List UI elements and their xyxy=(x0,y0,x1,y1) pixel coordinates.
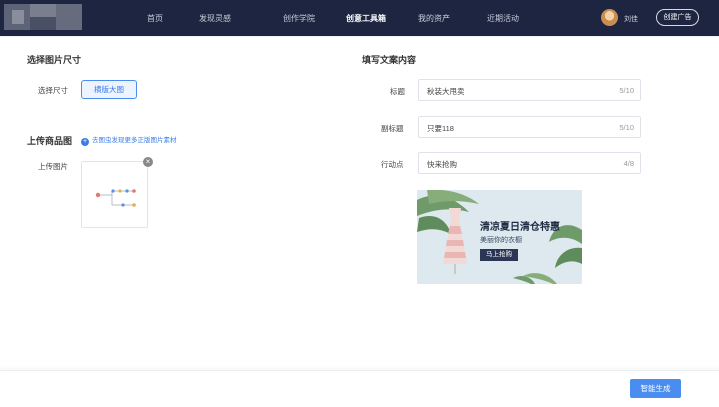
avatar[interactable] xyxy=(601,9,618,26)
title-char-count: 5/10 xyxy=(619,86,634,95)
nav-home[interactable]: 首页 xyxy=(147,13,163,24)
find-more-images-label: 去图虫发现更多正版图片素材 xyxy=(92,137,177,144)
size-option-landscape-large[interactable]: 横版大图 xyxy=(81,80,137,99)
header-divider xyxy=(0,36,719,37)
subtitle-input[interactable]: 只要118 5/10 xyxy=(418,116,641,138)
size-label: 选择尺寸 xyxy=(38,86,68,95)
subtitle-field-label: 副标题 xyxy=(381,124,404,133)
cta-char-count: 4/8 xyxy=(623,159,634,168)
nav-my-assets[interactable]: 我的资产 xyxy=(418,13,450,24)
cta-field-label: 行动点 xyxy=(381,160,404,169)
preview-cta-button: 马上抢购 xyxy=(480,249,518,261)
logo[interactable] xyxy=(4,4,82,30)
ad-preview-banner: 清凉夏日清仓特惠 美丽你的衣橱 马上抢购 xyxy=(417,190,582,284)
find-more-images-link[interactable]: + 去图虫发现更多正版图片素材 xyxy=(81,134,177,146)
remove-image-close-icon[interactable]: × xyxy=(143,157,153,167)
cta-input-value: 快来抢购 xyxy=(427,160,457,169)
product-image-icon xyxy=(95,189,136,207)
upload-label: 上传图片 xyxy=(38,162,68,171)
create-ad-button[interactable]: 创建广告 xyxy=(656,9,699,26)
preview-subtitle: 美丽你的衣橱 xyxy=(480,237,522,244)
copy-section-title: 填写文案内容 xyxy=(362,55,417,65)
nav-creation-academy[interactable]: 创作学院 xyxy=(283,13,315,24)
title-field-label: 标题 xyxy=(390,87,405,96)
upload-section-title: 上传商品图 xyxy=(27,136,73,146)
subtitle-input-value: 只要118 xyxy=(427,124,454,133)
top-nav-bar: 首页 发现灵感 创作学院 创意工具箱 我的资产 近期活动 刘佳 创建广告 xyxy=(0,0,719,36)
size-section-title: 选择图片尺寸 xyxy=(27,55,82,65)
smart-generate-button[interactable]: 智能生成 xyxy=(630,379,681,398)
cta-input[interactable]: 快来抢购 4/8 xyxy=(418,152,641,174)
plus-circle-icon: + xyxy=(81,138,89,146)
nav-creative-toolbox[interactable]: 创意工具箱 xyxy=(346,13,386,24)
nav-discover-inspiration[interactable]: 发现灵感 xyxy=(199,13,231,24)
title-input[interactable]: 秋装大甩卖 5/10 xyxy=(418,79,641,101)
preview-title: 清凉夏日清仓特惠 xyxy=(480,222,560,233)
subtitle-char-count: 5/10 xyxy=(619,123,634,132)
title-input-value: 秋装大甩卖 xyxy=(427,87,465,96)
user-name[interactable]: 刘佳 xyxy=(624,14,638,24)
bottom-action-bar xyxy=(0,370,719,407)
uploaded-image-thumbnail[interactable] xyxy=(81,161,148,228)
nav-recent-events[interactable]: 近期活动 xyxy=(487,13,519,24)
